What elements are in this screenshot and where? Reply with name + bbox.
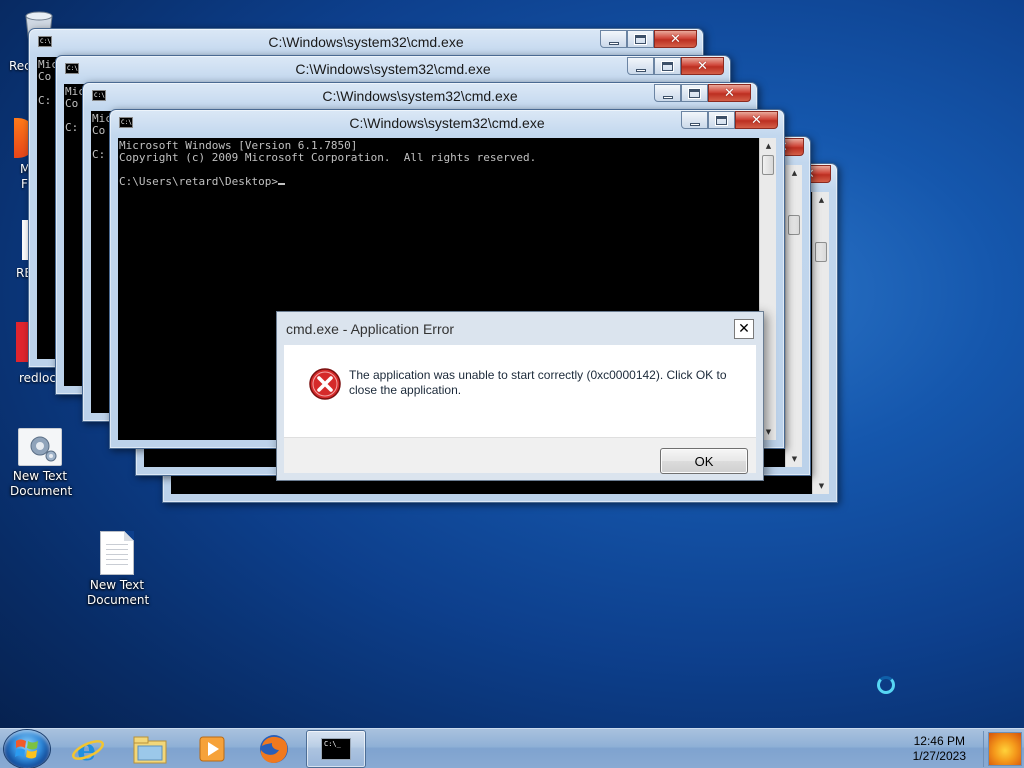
desktop-icon-label: New Text Document bbox=[10, 469, 73, 498]
minimize-button[interactable] bbox=[654, 84, 681, 102]
firefox-icon bbox=[260, 735, 288, 763]
taskbar-app-cmd[interactable]: C:\_ bbox=[306, 730, 366, 768]
console-prompt-line[interactable]: C:\Users\retard\Desktop> bbox=[119, 176, 758, 188]
window-titlebar[interactable]: C:\ C:\Windows\system32\cmd.exe ✕ bbox=[110, 110, 784, 136]
show-desktop-button[interactable] bbox=[988, 732, 1022, 766]
taskbar-app-windows-explorer[interactable] bbox=[120, 730, 180, 768]
minimize-icon bbox=[608, 41, 619, 45]
taskbar-app-firefox[interactable] bbox=[244, 730, 304, 768]
minimize-button[interactable] bbox=[600, 30, 627, 48]
minimize-icon bbox=[689, 122, 700, 126]
close-icon: ✕ bbox=[738, 321, 750, 337]
maximize-icon bbox=[661, 60, 674, 72]
partial-label-f: F bbox=[21, 177, 28, 191]
console-prompt: C:\Users\retard\Desktop> bbox=[119, 175, 278, 188]
busy-cursor-icon bbox=[877, 676, 895, 694]
cmd-icon: C:\_ bbox=[321, 738, 351, 760]
close-button[interactable]: ✕ bbox=[681, 57, 724, 75]
start-button[interactable] bbox=[4, 730, 50, 768]
window-titlebar[interactable]: C:\ C:\Windows\system32\cmd.exe ✕ bbox=[83, 83, 757, 109]
maximize-button[interactable] bbox=[654, 57, 681, 75]
desktop-icon-new-text-document-2[interactable]: New Text Document bbox=[77, 531, 157, 608]
minimize-icon bbox=[662, 95, 673, 99]
clock-date: 1/27/2023 bbox=[912, 749, 966, 763]
text-document-icon bbox=[100, 531, 134, 575]
minimize-button[interactable] bbox=[681, 111, 708, 129]
svg-text:e: e bbox=[77, 733, 96, 766]
system-clock[interactable]: 12:46 PM 1/27/2023 bbox=[913, 734, 966, 764]
windows-explorer-icon bbox=[133, 736, 167, 764]
vertical-scrollbar[interactable]: ▲ ▼ bbox=[812, 192, 829, 494]
maximize-icon bbox=[688, 87, 701, 99]
close-icon: ✕ bbox=[697, 58, 708, 74]
maximize-button[interactable] bbox=[627, 30, 654, 48]
clock-time: 12:46 PM bbox=[913, 734, 965, 748]
vertical-scrollbar[interactable]: ▲ ▼ bbox=[785, 165, 802, 467]
maximize-icon bbox=[634, 33, 647, 45]
dialog-message: The application was unable to start corr… bbox=[349, 368, 727, 397]
dialog-footer: OK bbox=[284, 437, 756, 474]
maximize-button[interactable] bbox=[681, 84, 708, 102]
desktop-icon-label: New Text Document bbox=[87, 578, 150, 607]
dialog-title: cmd.exe - Application Error bbox=[286, 321, 455, 337]
taskbar-app-internet-explorer[interactable]: e bbox=[58, 730, 118, 768]
close-button[interactable]: ✕ bbox=[708, 84, 751, 102]
close-button[interactable]: ✕ bbox=[735, 111, 778, 129]
console-line: Copyright (c) 2009 Microsoft Corporation… bbox=[119, 151, 537, 164]
close-icon: ✕ bbox=[670, 31, 681, 47]
close-button[interactable]: ✕ bbox=[654, 30, 697, 48]
window-titlebar[interactable]: C:\ C:\Windows\system32\cmd.exe ✕ bbox=[29, 29, 703, 55]
windows-logo-icon bbox=[15, 739, 38, 759]
error-icon bbox=[309, 368, 341, 400]
notification-divider bbox=[983, 731, 984, 767]
maximize-icon bbox=[715, 114, 728, 126]
taskbar: e C:\_ 12:46 PM 1/27/2023 bbox=[0, 728, 1024, 768]
desktop-icon-new-text-document-1[interactable]: New Text Document bbox=[0, 428, 80, 499]
dialog-body: The application was unable to start corr… bbox=[284, 345, 756, 437]
application-error-dialog[interactable]: cmd.exe - Application Error ✕ The applic… bbox=[276, 311, 764, 481]
internet-explorer-icon: e bbox=[72, 733, 104, 766]
text-cursor bbox=[277, 183, 285, 185]
ok-button[interactable]: OK bbox=[660, 448, 748, 474]
taskbar-app-media-player[interactable] bbox=[182, 730, 242, 768]
media-player-icon bbox=[199, 736, 225, 762]
close-icon: ✕ bbox=[724, 85, 735, 101]
scroll-up-arrow-icon[interactable]: ▲ bbox=[760, 138, 777, 154]
settings-icon bbox=[18, 428, 62, 466]
minimize-icon bbox=[635, 68, 646, 72]
minimize-button[interactable] bbox=[627, 57, 654, 75]
scroll-thumb[interactable] bbox=[762, 155, 774, 175]
maximize-button[interactable] bbox=[708, 111, 735, 129]
dialog-close-button[interactable]: ✕ bbox=[734, 319, 754, 339]
window-titlebar[interactable]: C:\ C:\Windows\system32\cmd.exe ✕ bbox=[56, 56, 730, 82]
close-icon: ✕ bbox=[751, 112, 762, 128]
